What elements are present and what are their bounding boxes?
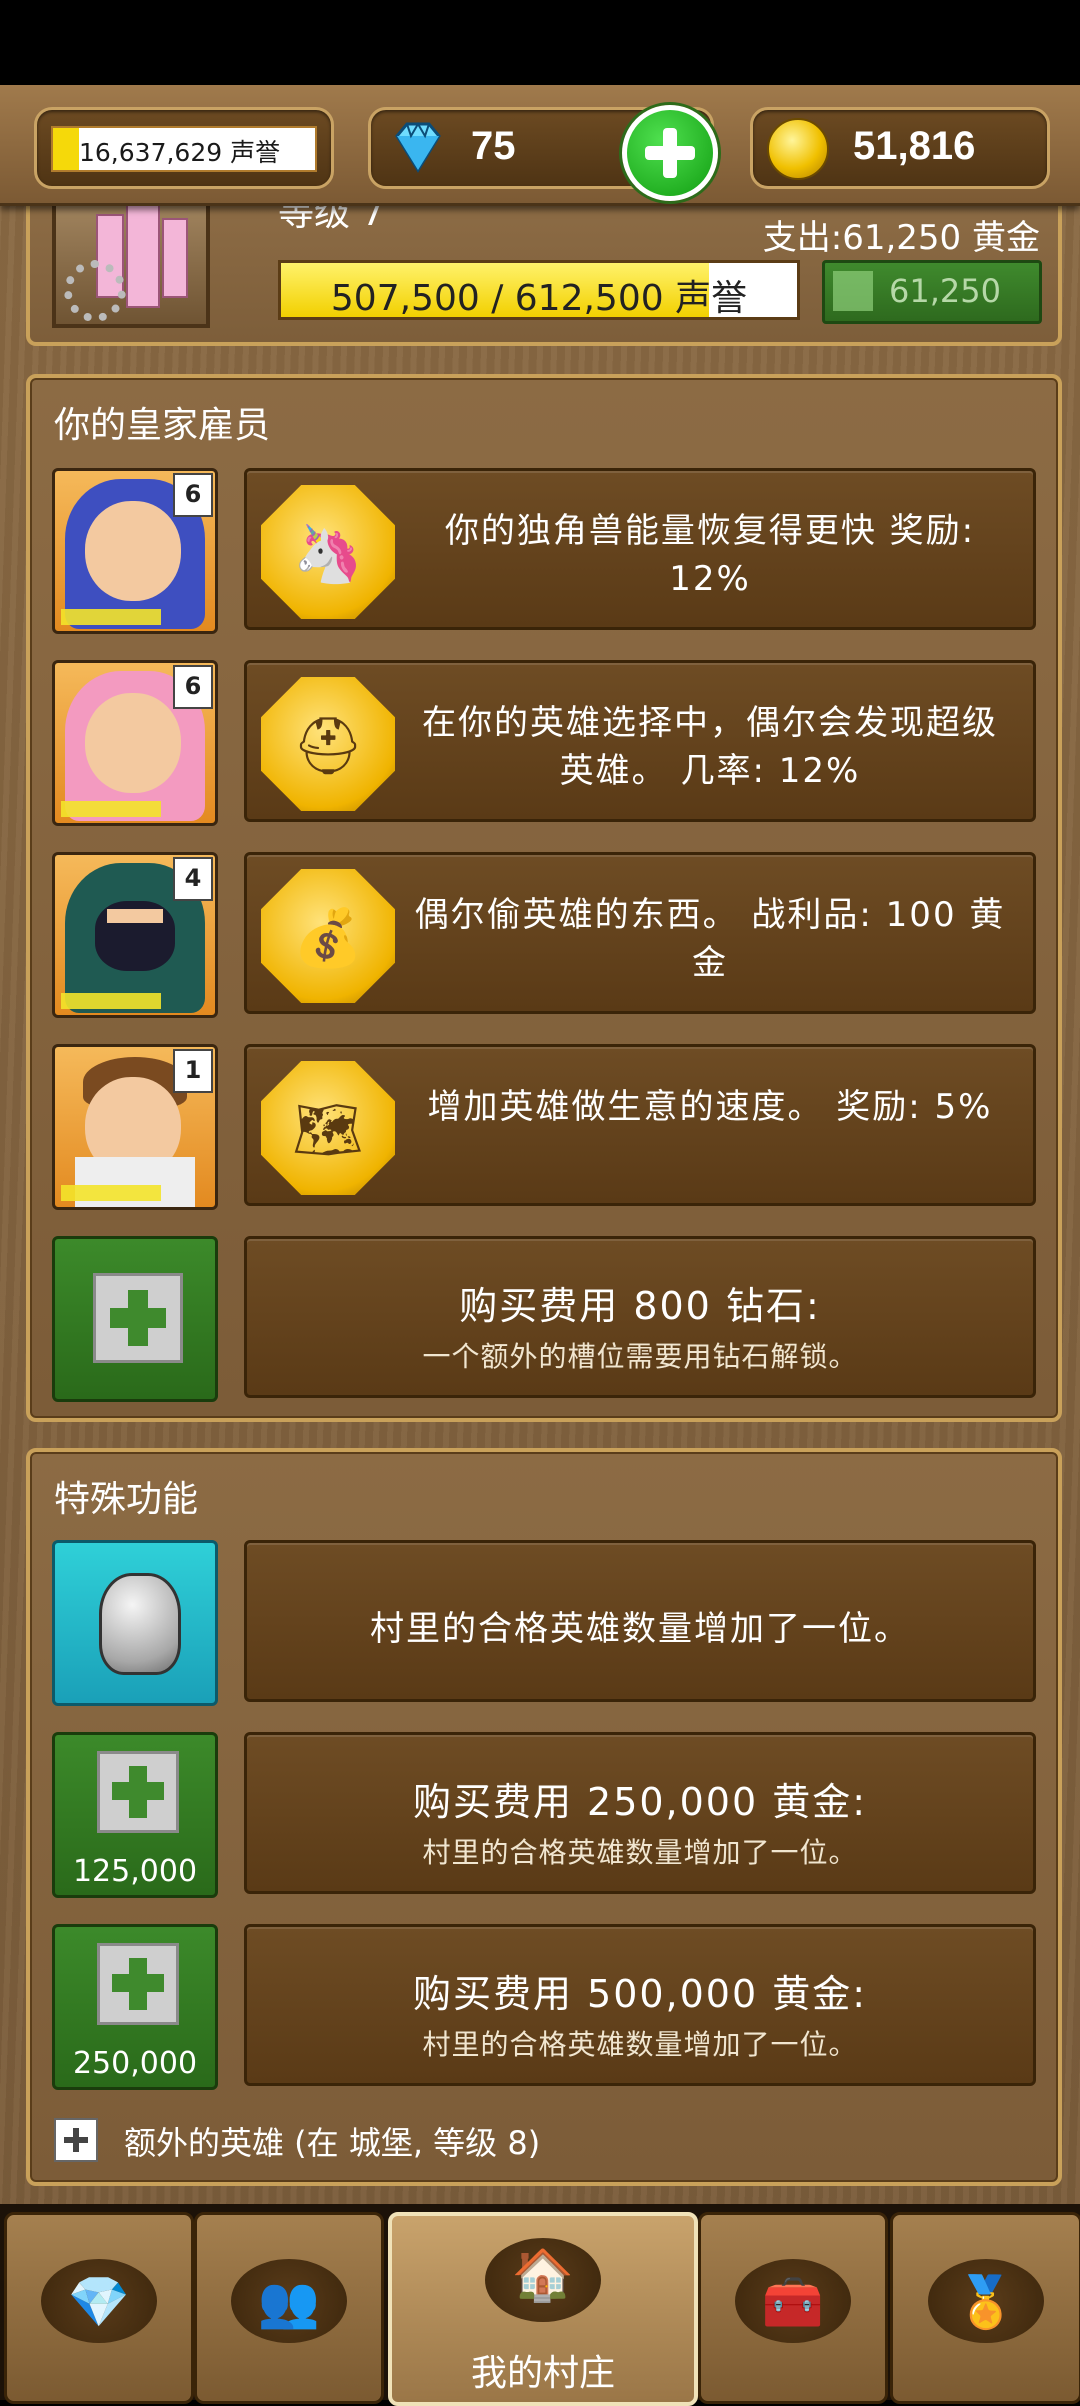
- employee-portrait[interactable]: 4: [52, 852, 218, 1018]
- nav-shop-button[interactable]: 💎: [4, 2212, 194, 2404]
- employee-bonus-card: 🦄 你的独角兽能量恢复得更快 奖励: 12%: [244, 468, 1036, 630]
- nav-achievements-button[interactable]: 🏅: [890, 2212, 1080, 2404]
- bottom-navigation: 💎 👥 🏠 我的村庄 🧰 🏅: [0, 2204, 1080, 2406]
- plus-icon: [54, 2118, 98, 2162]
- feature-row[interactable]: 125,000 购买费用 250,000 黄金: 村里的合格英雄数量增加了一位。: [52, 1732, 1036, 1898]
- feature-price: 购买费用 250,000 黄金:: [412, 1780, 868, 1824]
- nav-heroes-button[interactable]: 👥: [194, 2212, 384, 2404]
- nav-village-button[interactable]: 🏠 我的村庄: [388, 2212, 698, 2406]
- royal-employees-panel: 你的皇家雇员 6 🦄 你的独角兽能量恢复得更快 奖励: 12% 6 ⛑ 在你的英…: [26, 374, 1062, 1422]
- feature-card[interactable]: 购买费用 500,000 黄金: 村里的合格英雄数量增加了一位。: [244, 1924, 1036, 2086]
- treasure-chest-icon: 🧰: [761, 2273, 825, 2331]
- gold-coin-icon: [767, 118, 829, 180]
- feature-description: 村里的合格英雄数量增加了一位。: [422, 2028, 858, 2061]
- progress-text: 507,500 / 612,500 声誉: [330, 278, 748, 319]
- employee-level: 1: [173, 1049, 213, 1093]
- employee-bonus-card: 💰 偶尔偷英雄的东西。 战利品: 100 黄金: [244, 852, 1036, 1014]
- buy-slot-button[interactable]: [52, 1236, 218, 1402]
- employee-level: 4: [173, 857, 213, 901]
- plus-icon: [93, 1273, 183, 1363]
- money-bag-icon: 💰: [261, 869, 395, 1003]
- employee-level: 6: [173, 473, 213, 517]
- castle-panel: 等级 7 支出:61,250 黄金 507,500 / 612,500 声誉 6…: [26, 190, 1062, 346]
- medal-icon: 🏅: [954, 2273, 1018, 2331]
- reputation-bar-fill: [53, 128, 80, 170]
- nav-treasure-button[interactable]: 🧰: [698, 2212, 888, 2404]
- buy-hero-slot-button[interactable]: 250,000: [52, 1924, 218, 2090]
- employee-bonus-text: 增加英雄做生意的速度。 奖励: 5%: [427, 1087, 993, 1127]
- plus-icon: [833, 271, 873, 311]
- feature-price: 购买费用 500,000 黄金:: [412, 1972, 868, 2016]
- buy-gems-button[interactable]: [622, 105, 718, 201]
- slot-price: 125,000: [72, 1854, 198, 1889]
- employee-bonus-card: ⛑ 在你的英雄选择中，偶尔会发现超级英雄。 几率: 12%: [244, 660, 1036, 822]
- castle-image[interactable]: [52, 190, 210, 328]
- feature-description: 村里的合格英雄数量增加了一位。: [422, 1836, 858, 1869]
- employee-bonus-card: 🗺 增加英雄做生意的速度。 奖励: 5%: [244, 1044, 1036, 1206]
- house-icon: 🏠: [511, 2246, 575, 2304]
- people-icon: 👥: [257, 2273, 321, 2331]
- panel-title: 特殊功能: [54, 1479, 199, 1520]
- resource-bar: 16,637,629 声誉 75 51,816: [0, 85, 1080, 206]
- unicorn-icon: 🦄: [261, 485, 395, 619]
- employee-bonus-text: 偶尔偷英雄的东西。 战利品: 100 黄金: [414, 895, 1006, 983]
- gold-counter[interactable]: 51,816: [750, 107, 1050, 189]
- employee-bonus-text: 你的独角兽能量恢复得更快 奖励: 12%: [444, 511, 976, 599]
- upgrade-cost: 支出:61,250 黄金: [762, 218, 1040, 258]
- employee-bonus-text: 在你的英雄选择中，偶尔会发现超级英雄。 几率: 12%: [422, 703, 998, 791]
- reputation-progress-bar: 507,500 / 612,500 声誉: [278, 260, 800, 320]
- map-icon: 🗺: [261, 1061, 395, 1195]
- plus-icon: [97, 1943, 179, 2025]
- slot-price: 250,000: [72, 2046, 198, 2081]
- employee-row[interactable]: 6 🦄 你的独角兽能量恢复得更快 奖励: 12%: [52, 468, 1036, 634]
- buy-slot-description: 一个额外的槽位需要用钻石解锁。: [422, 1340, 858, 1373]
- special-features-panel: 特殊功能 村里的合格英雄数量增加了一位。 125,000 购买费用 250,00…: [26, 1448, 1062, 2186]
- upgrade-castle-button[interactable]: 61,250: [822, 260, 1042, 324]
- reputation-value: 16,637,629 声誉: [79, 138, 281, 167]
- plus-icon: [97, 1751, 179, 1833]
- buy-slot-row[interactable]: 购买费用 800 钻石: 一个额外的槽位需要用钻石解锁。: [52, 1236, 1036, 1402]
- feature-card: 村里的合格英雄数量增加了一位。: [244, 1540, 1036, 1702]
- employee-row[interactable]: 1 🗺 增加英雄做生意的速度。 奖励: 5%: [52, 1044, 1036, 1210]
- feature-text: 村里的合格英雄数量增加了一位。: [370, 1609, 910, 1649]
- diamond-icon: [395, 122, 441, 173]
- feature-row[interactable]: 250,000 购买费用 500,000 黄金: 村里的合格英雄数量增加了一位。: [52, 1924, 1036, 2090]
- employee-level: 6: [173, 665, 213, 709]
- buy-slot-card[interactable]: 购买费用 800 钻石: 一个额外的槽位需要用钻石解锁。: [244, 1236, 1036, 1398]
- buy-slot-price: 购买费用 800 钻石:: [459, 1284, 821, 1328]
- feature-card[interactable]: 购买费用 250,000 黄金: 村里的合格英雄数量增加了一位。: [244, 1732, 1036, 1894]
- gem-value: 75: [471, 124, 516, 168]
- employee-portrait[interactable]: 6: [52, 660, 218, 826]
- upgrade-price: 61,250: [889, 272, 1001, 310]
- extra-hero-text: 额外的英雄 (在 城堡, 等级 8): [124, 2124, 541, 2162]
- extra-hero-note: 额外的英雄 (在 城堡, 等级 8): [54, 2118, 954, 2162]
- employee-portrait[interactable]: 6: [52, 468, 218, 634]
- employee-portrait[interactable]: 1: [52, 1044, 218, 1210]
- reputation-counter[interactable]: 16,637,629 声誉: [34, 107, 334, 189]
- employee-row[interactable]: 6 ⛑ 在你的英雄选择中，偶尔会发现超级英雄。 几率: 12%: [52, 660, 1036, 826]
- panel-title: 你的皇家雇员: [54, 405, 271, 446]
- gear-icon: [64, 260, 126, 322]
- employee-row[interactable]: 4 💰 偶尔偷英雄的东西。 战利品: 100 黄金: [52, 852, 1036, 1018]
- knight-helmet-icon: [52, 1540, 218, 1706]
- diamond-icon: 💎: [67, 2273, 131, 2331]
- buy-hero-slot-button[interactable]: 125,000: [52, 1732, 218, 1898]
- helmet-icon: ⛑: [261, 677, 395, 811]
- gold-value: 51,816: [853, 124, 976, 168]
- feature-row: 村里的合格英雄数量增加了一位。: [52, 1540, 1036, 1706]
- nav-village-label: 我的村庄: [470, 2353, 615, 2394]
